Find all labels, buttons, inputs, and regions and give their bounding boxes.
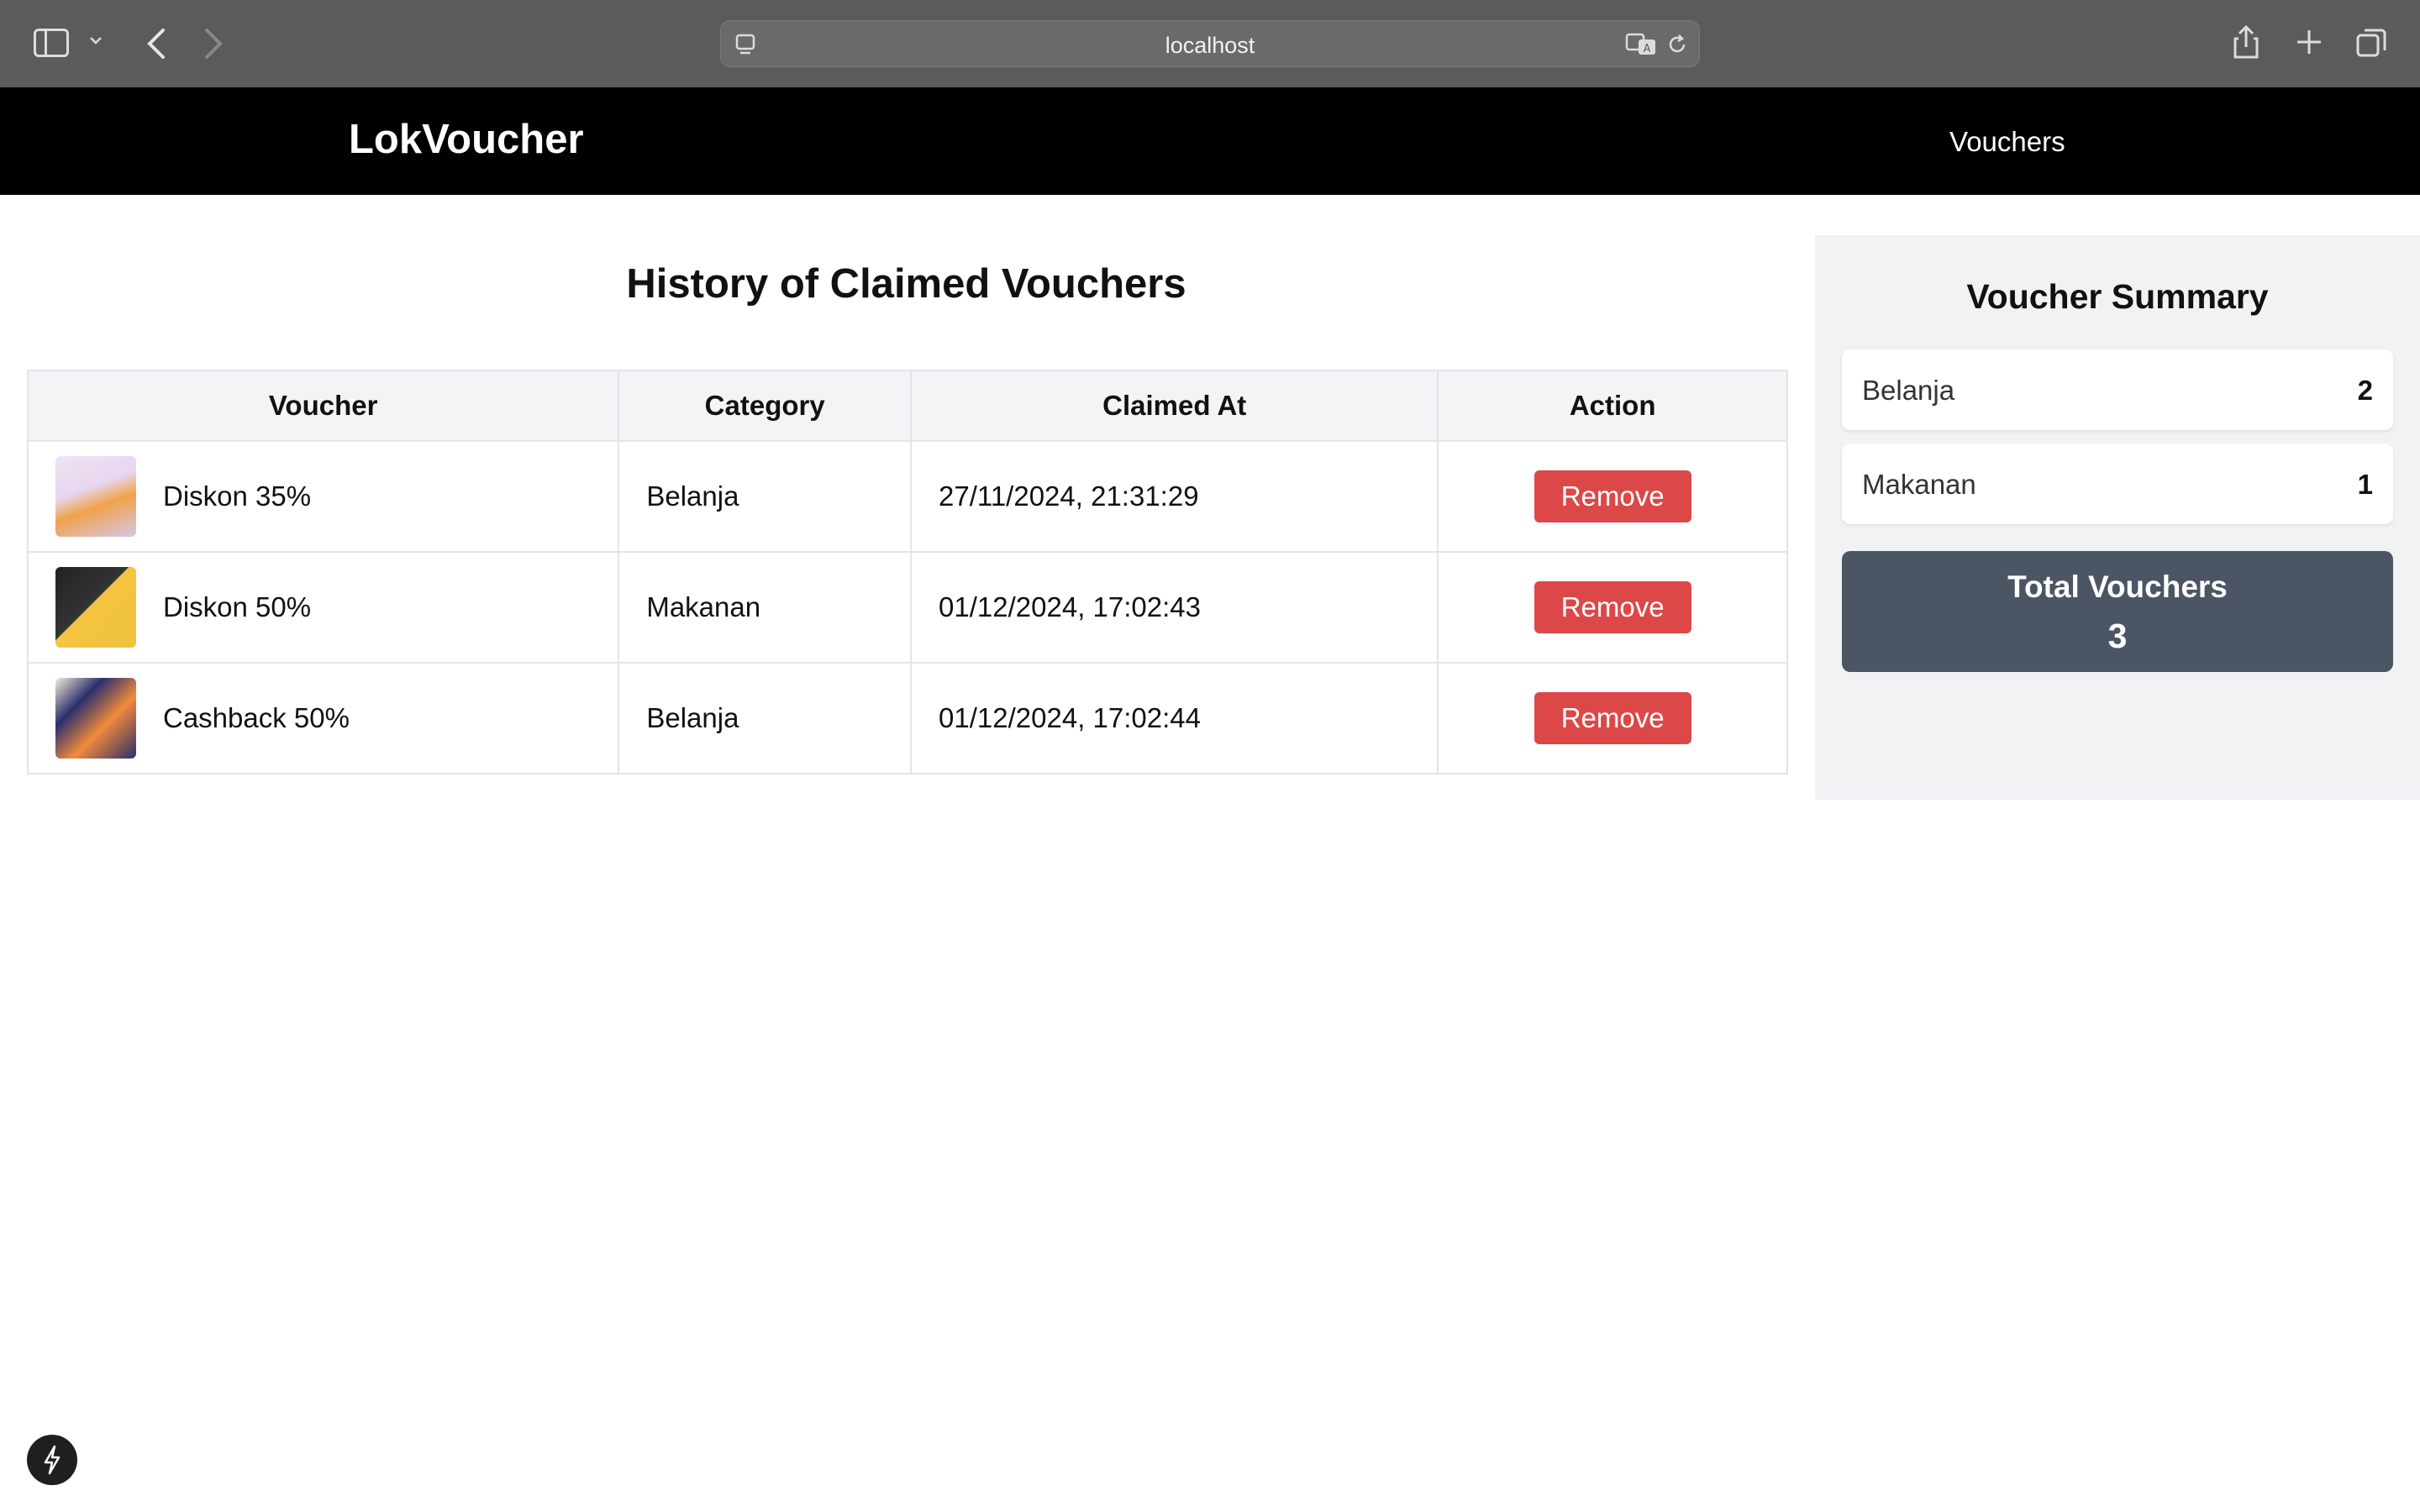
voucher-name: Diskon 35% <box>163 480 312 512</box>
summary-title: Voucher Summary <box>1966 277 2269 316</box>
summary-item-label: Makanan <box>1862 469 1976 500</box>
action-cell: Remove <box>1437 551 1788 664</box>
summary-item-count: 2 <box>2357 375 2373 406</box>
tab-overview-icon[interactable] <box>2354 27 2388 60</box>
remove-button[interactable]: Remove <box>1534 581 1691 633</box>
svg-text:A: A <box>1644 43 1651 55</box>
browser-toolbar: localhost A <box>0 0 2420 87</box>
summary-item: Makanan 1 <box>1842 444 2393 524</box>
address-bar[interactable]: localhost A <box>720 20 1700 67</box>
share-icon[interactable] <box>2232 24 2260 60</box>
table-row: Diskon 50% Makanan 01/12/2024, 17:02:43 … <box>26 551 1788 664</box>
back-icon[interactable] <box>145 27 168 60</box>
voucher-cell: Cashback 50% <box>26 662 620 774</box>
column-header-claimed-at: Claimed At <box>910 370 1439 442</box>
total-vouchers-box: Total Vouchers 3 <box>1842 551 2393 672</box>
claimed-vouchers-table: Voucher Category Claimed At Action Disko… <box>26 370 1788 774</box>
claimed-at-cell: 01/12/2024, 17:02:43 <box>910 551 1439 664</box>
action-cell: Remove <box>1437 662 1788 774</box>
table-row: Cashback 50% Belanja 01/12/2024, 17:02:4… <box>26 662 1788 774</box>
reload-icon[interactable] <box>1665 33 1689 56</box>
lightning-icon <box>44 1445 60 1475</box>
voucher-thumbnail <box>55 678 136 759</box>
column-header-action: Action <box>1437 370 1788 442</box>
app-navbar: LokVoucher Vouchers <box>0 87 2420 195</box>
voucher-name: Cashback 50% <box>163 702 350 733</box>
claimed-at-cell: 01/12/2024, 17:02:44 <box>910 662 1439 774</box>
chevron-down-icon[interactable] <box>89 34 103 47</box>
summary-item: Belanja 2 <box>1842 349 2393 430</box>
claimed-at-cell: 27/11/2024, 21:31:29 <box>910 440 1439 553</box>
summary-item-label: Belanja <box>1862 375 1955 406</box>
dev-tools-button[interactable] <box>27 1435 77 1485</box>
total-vouchers-label: Total Vouchers <box>2007 570 2228 604</box>
voucher-name: Diskon 50% <box>163 591 312 622</box>
column-header-category: Category <box>618 370 913 442</box>
table-header-row: Voucher Category Claimed At Action <box>26 370 1788 442</box>
url-text: localhost <box>1165 33 1255 58</box>
action-cell: Remove <box>1437 440 1788 553</box>
brand-logo[interactable]: LokVoucher <box>349 116 584 163</box>
translate-icon[interactable]: A <box>1625 31 1659 58</box>
remove-button[interactable]: Remove <box>1534 470 1691 522</box>
column-header-voucher: Voucher <box>26 370 620 442</box>
new-tab-icon[interactable] <box>2294 27 2324 57</box>
voucher-cell: Diskon 50% <box>26 551 620 664</box>
voucher-cell: Diskon 35% <box>26 440 620 553</box>
category-cell: Belanja <box>618 662 913 774</box>
voucher-summary-panel: Voucher Summary Belanja 2 Makanan 1 Tota… <box>1815 235 2420 800</box>
category-cell: Belanja <box>618 440 913 553</box>
sidebar-toggle-icon[interactable] <box>34 29 69 57</box>
summary-item-count: 1 <box>2357 469 2373 500</box>
nav-link-vouchers[interactable]: Vouchers <box>1949 126 2065 158</box>
table-row: Diskon 35% Belanja 27/11/2024, 21:31:29 … <box>26 440 1788 553</box>
remove-button[interactable]: Remove <box>1534 692 1691 744</box>
category-cell: Makanan <box>618 551 913 664</box>
voucher-thumbnail <box>55 456 136 537</box>
voucher-thumbnail <box>55 567 136 648</box>
total-vouchers-value: 3 <box>2107 617 2128 655</box>
page-title: History of Claimed Vouchers <box>626 261 1186 307</box>
forward-icon[interactable] <box>202 27 225 60</box>
